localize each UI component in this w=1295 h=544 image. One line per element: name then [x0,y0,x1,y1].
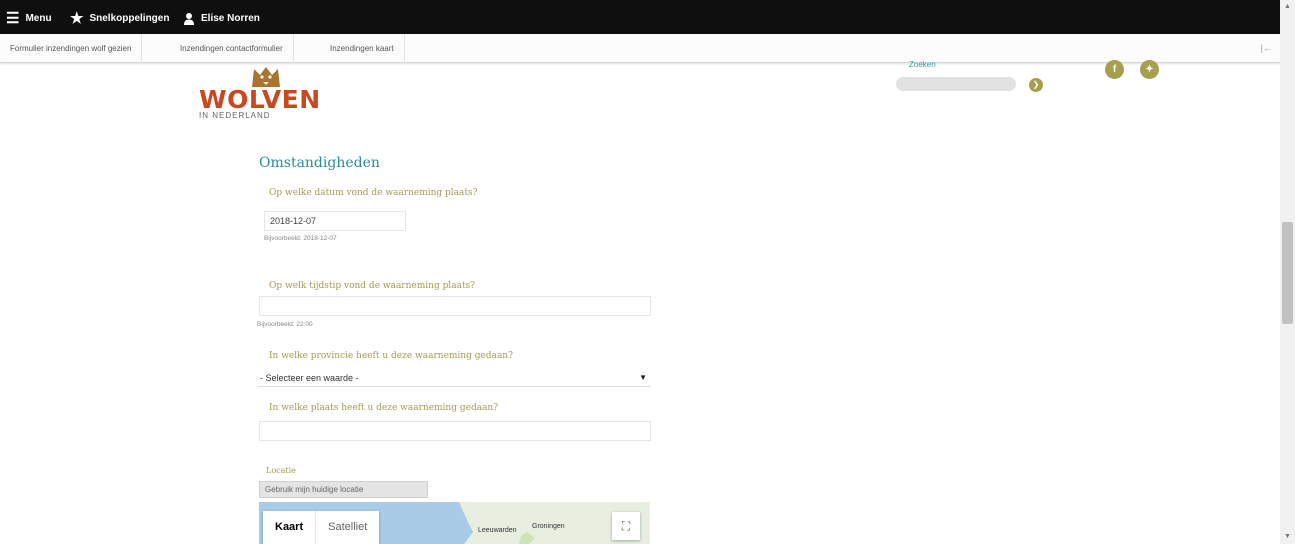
fullscreen-icon[interactable]: ⛶ [612,512,640,540]
map-city-label: Leeuwarden [478,527,517,534]
scrollbar-thumb[interactable] [1282,222,1293,324]
map-type-kaart[interactable]: Kaart [263,511,315,544]
toolbar-menu[interactable]: ☰ Menu [6,10,52,26]
time-question: Op welk tijdstip vond de waarneming plaa… [269,281,475,291]
use-current-location-button[interactable]: Gebruik mijn huidige locatie [259,481,428,498]
scrollbar[interactable]: ▲ ▼ [1280,0,1295,544]
shortcut-kaart[interactable]: Inzendingen kaart [320,34,405,63]
scroll-down-arrow-icon[interactable]: ▼ [1280,530,1295,544]
facebook-icon[interactable]: f [1105,60,1124,79]
toolbar-user[interactable]: Elise Norren [183,10,260,26]
shortcuts-tray: Formulier inzendingen wolf gezien Inzend… [0,34,1280,63]
date-help: Bijvoorbeeld: 2018-12-07 [264,235,337,242]
map-city-label: Groningen [532,523,565,530]
shortcut-contactformulier[interactable]: Inzendingen contactformulier [170,34,294,63]
search-input[interactable] [896,77,1016,91]
search-submit-button[interactable]: ❯ [1029,78,1043,92]
place-input[interactable] [259,421,651,441]
location-label: Locatie [266,466,296,475]
time-input[interactable] [259,296,651,316]
province-select-value: - Selecteer een waarde - [260,373,359,383]
twitter-icon[interactable]: ✦ [1140,60,1159,79]
hamburger-icon: ☰ [6,9,20,27]
map-type-control: Kaart Satelliet [263,511,380,544]
time-help: Bijvoorbeeld: 22:00 [257,321,313,328]
search-label: Zoeken [909,60,936,69]
logo-text[interactable]: WOLVEN [199,85,321,114]
date-question: Op welke datum vond de waarneming plaats… [269,188,478,198]
star-icon: ★ [70,9,84,27]
logo-subtitle: IN NEDERLAND [199,111,271,120]
map-type-satellite[interactable]: Satelliet [315,511,379,544]
toolbar-user-label: Elise Norren [201,12,260,24]
toolbar-menu-label: Menu [25,12,52,24]
place-question: In welke plaats heeft u deze waarneming … [269,403,499,413]
province-select[interactable]: - Selecteer een waarde - ▼ [257,369,651,387]
caret-down-icon: ▼ [639,373,647,382]
tray-orientation-toggle[interactable]: |← [1261,34,1272,63]
admin-toolbar: ☰ Menu ★ Snelkoppelingen Elise Norren [0,0,1280,34]
scroll-up-arrow-icon[interactable]: ▲ [1280,0,1295,14]
toolbar-shortcuts[interactable]: ★ Snelkoppelingen [70,10,169,26]
shortcut-formulier[interactable]: Formulier inzendingen wolf gezien [0,34,143,63]
section-title: Omstandigheden [259,155,380,171]
wolf-logo-icon [252,67,280,87]
province-question: In welke provincie heeft u deze waarnemi… [269,351,513,361]
toolbar-shortcuts-label: Snelkoppelingen [89,12,170,24]
user-icon [184,12,194,25]
location-map[interactable]: Kaart Satelliet Leeuwarden Groningen ⛶ [259,502,650,544]
date-input[interactable] [264,211,406,231]
